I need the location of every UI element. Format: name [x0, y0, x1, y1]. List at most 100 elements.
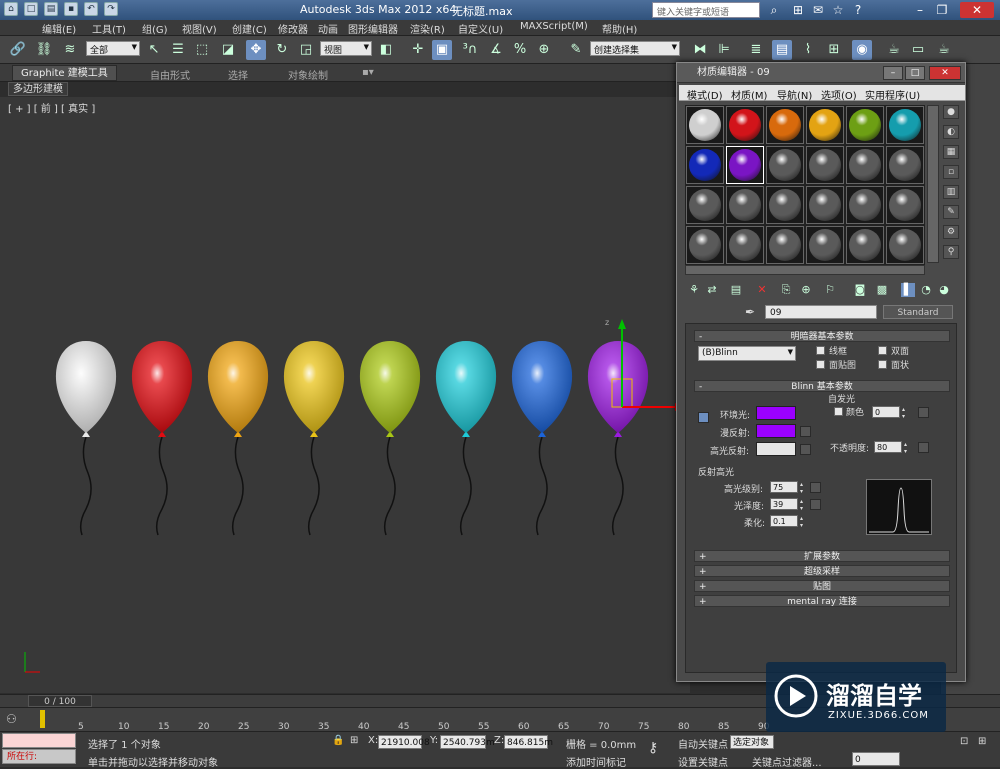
restore-icon[interactable]: ❐	[934, 2, 950, 18]
tab-graphite[interactable]: Graphite 建模工具	[12, 65, 117, 81]
tab-polygon-modeling[interactable]: 多边形建模	[8, 82, 68, 96]
options-icon[interactable]: ⚙	[943, 225, 959, 239]
unlink-icon[interactable]: ⛓	[34, 40, 54, 60]
material-editor-icon[interactable]: ◉	[852, 40, 872, 60]
layer-manager-icon[interactable]: ≣	[746, 40, 766, 60]
communication-icon[interactable]: ✉	[810, 2, 826, 18]
viewport-label[interactable]: [ + ] [ 前 ] [ 真实 ]	[8, 100, 95, 115]
video-color-check-icon[interactable]: ▥	[943, 185, 959, 199]
selection-filter-select[interactable]: 全部	[86, 41, 140, 56]
faceted-checkbox[interactable]	[878, 360, 887, 369]
key-mode-select[interactable]: 选定对象	[730, 735, 774, 749]
rollout-mental-ray[interactable]: + mental ray 连接	[694, 595, 950, 607]
zoom-extents-icon[interactable]: ⊡	[960, 736, 968, 747]
rendered-frame-icon[interactable]: ▭	[908, 40, 928, 60]
minimize-icon[interactable]: –	[912, 2, 928, 18]
undo-icon[interactable]: ↶	[84, 2, 98, 16]
edit-named-sel-icon[interactable]: ✎	[566, 40, 586, 60]
select-by-name-icon[interactable]: ☰	[168, 40, 188, 60]
material-slot[interactable]	[806, 106, 844, 144]
material-slot[interactable]	[886, 186, 924, 224]
rollout-blinn-basic[interactable]: - Blinn 基本参数	[694, 380, 950, 392]
balloon[interactable]	[435, 341, 497, 536]
maxscript-listener[interactable]	[2, 733, 76, 748]
reference-coord-select[interactable]: 视图	[320, 41, 372, 56]
rollout-shader-basic[interactable]: - 明暗器基本参数	[694, 330, 950, 342]
window-crossing-icon[interactable]: ◪	[218, 40, 238, 60]
menu-maxscript[interactable]: MAXScript(M)	[520, 21, 588, 32]
balloon[interactable]	[55, 341, 117, 536]
backlight-icon[interactable]: ◐	[943, 125, 959, 139]
tab-freeform[interactable]: 自由形式	[150, 67, 190, 82]
help-icon[interactable]: ?	[850, 2, 866, 18]
menu-options[interactable]: 选项(O)	[821, 87, 857, 102]
wire-checkbox[interactable]	[816, 346, 825, 355]
eyedropper-icon[interactable]: ✒	[745, 305, 755, 319]
redo-icon[interactable]: ↷	[104, 2, 118, 16]
named-selection-select[interactable]: 创建选择集	[590, 41, 680, 56]
uv-tiling-icon[interactable]: ▫	[943, 165, 959, 179]
tab-selection[interactable]: 选择	[228, 67, 248, 82]
material-slot[interactable]	[766, 146, 804, 184]
minimize-icon[interactable]: –	[883, 66, 903, 80]
ribbon-options-icon[interactable]: ▪▾	[362, 67, 374, 78]
balloon[interactable]	[283, 341, 345, 536]
star-icon[interactable]: ☆	[830, 2, 846, 18]
spinner-snap-icon[interactable]: ⊕	[534, 40, 554, 60]
material-slot[interactable]	[686, 186, 724, 224]
material-slot[interactable]	[886, 226, 924, 264]
sample-type-icon[interactable]: ●	[943, 105, 959, 119]
ambient-color-swatch[interactable]	[756, 406, 796, 420]
select-object-icon[interactable]: ↖	[144, 40, 164, 60]
diffuse-map-button[interactable]	[800, 426, 811, 437]
align-icon[interactable]: ⊫	[714, 40, 734, 60]
material-slot[interactable]	[846, 146, 884, 184]
snaps-toggle-icon[interactable]: ³∩	[460, 40, 480, 60]
material-slot[interactable]	[806, 226, 844, 264]
front-viewport[interactable]: z	[0, 97, 690, 693]
material-slot[interactable]	[766, 106, 804, 144]
specular-map-button[interactable]	[800, 444, 811, 455]
rect-selection-icon[interactable]: ⬚	[192, 40, 212, 60]
material-slot[interactable]	[726, 106, 764, 144]
material-slot[interactable]	[686, 226, 724, 264]
material-slot[interactable]	[806, 146, 844, 184]
link-icon[interactable]: 🔗	[8, 40, 28, 60]
render-setup-icon[interactable]: ☕	[884, 40, 904, 60]
glossiness-map-button[interactable]	[810, 499, 821, 510]
rollout-maps[interactable]: + 贴图	[694, 580, 950, 592]
specular-color-swatch[interactable]	[756, 442, 796, 456]
soften-spinner[interactable]: 0.1	[770, 515, 806, 529]
schematic-view-icon[interactable]: ⊞	[824, 40, 844, 60]
opacity-spinner[interactable]: 80	[874, 441, 910, 455]
menu-modifiers[interactable]: 修改器	[278, 21, 308, 36]
select-rotate-icon[interactable]: ↻	[272, 40, 292, 60]
lock-ambient-diffuse-icon[interactable]	[698, 412, 709, 423]
search-icon[interactable]: ⌕	[766, 2, 782, 18]
menu-create[interactable]: 创建(C)	[232, 21, 267, 36]
z-coord-field[interactable]: 846.815m	[504, 735, 553, 749]
spec-level-spinner[interactable]: 75	[770, 481, 806, 495]
close-icon[interactable]: ✕	[960, 2, 994, 18]
mirror-icon[interactable]: ⧓	[690, 40, 710, 60]
put-to-library-icon[interactable]: ⚐	[823, 283, 837, 297]
make-unique-icon[interactable]: ⊕	[799, 283, 813, 297]
face-map-checkbox[interactable]	[816, 360, 825, 369]
go-to-parent-icon[interactable]: ◔	[919, 283, 933, 297]
get-material-icon[interactable]: ⚘	[687, 283, 701, 297]
pivot-center-icon[interactable]: ◧	[376, 40, 396, 60]
graphite-toggle-icon[interactable]: ▤	[772, 40, 792, 60]
balloon[interactable]	[359, 341, 421, 536]
material-slot[interactable]	[846, 106, 884, 144]
close-icon[interactable]: ✕	[929, 66, 961, 80]
rollout-supersampling[interactable]: + 超级采样	[694, 565, 950, 577]
keyboard-shortcut-icon[interactable]: ▣	[432, 40, 452, 60]
two-sided-checkbox[interactable]	[878, 346, 887, 355]
search-input[interactable]: 键入关键字或短语	[652, 2, 760, 18]
time-slider-frame[interactable]: 0 / 100	[28, 695, 92, 707]
menu-graph-editors[interactable]: 图形编辑器	[348, 21, 398, 36]
menu-animation[interactable]: 动画	[318, 21, 338, 36]
subscription-icon[interactable]: ⊞	[790, 2, 806, 18]
make-preview-icon[interactable]: ✎	[943, 205, 959, 219]
menu-utilities[interactable]: 实用程序(U)	[865, 87, 920, 102]
